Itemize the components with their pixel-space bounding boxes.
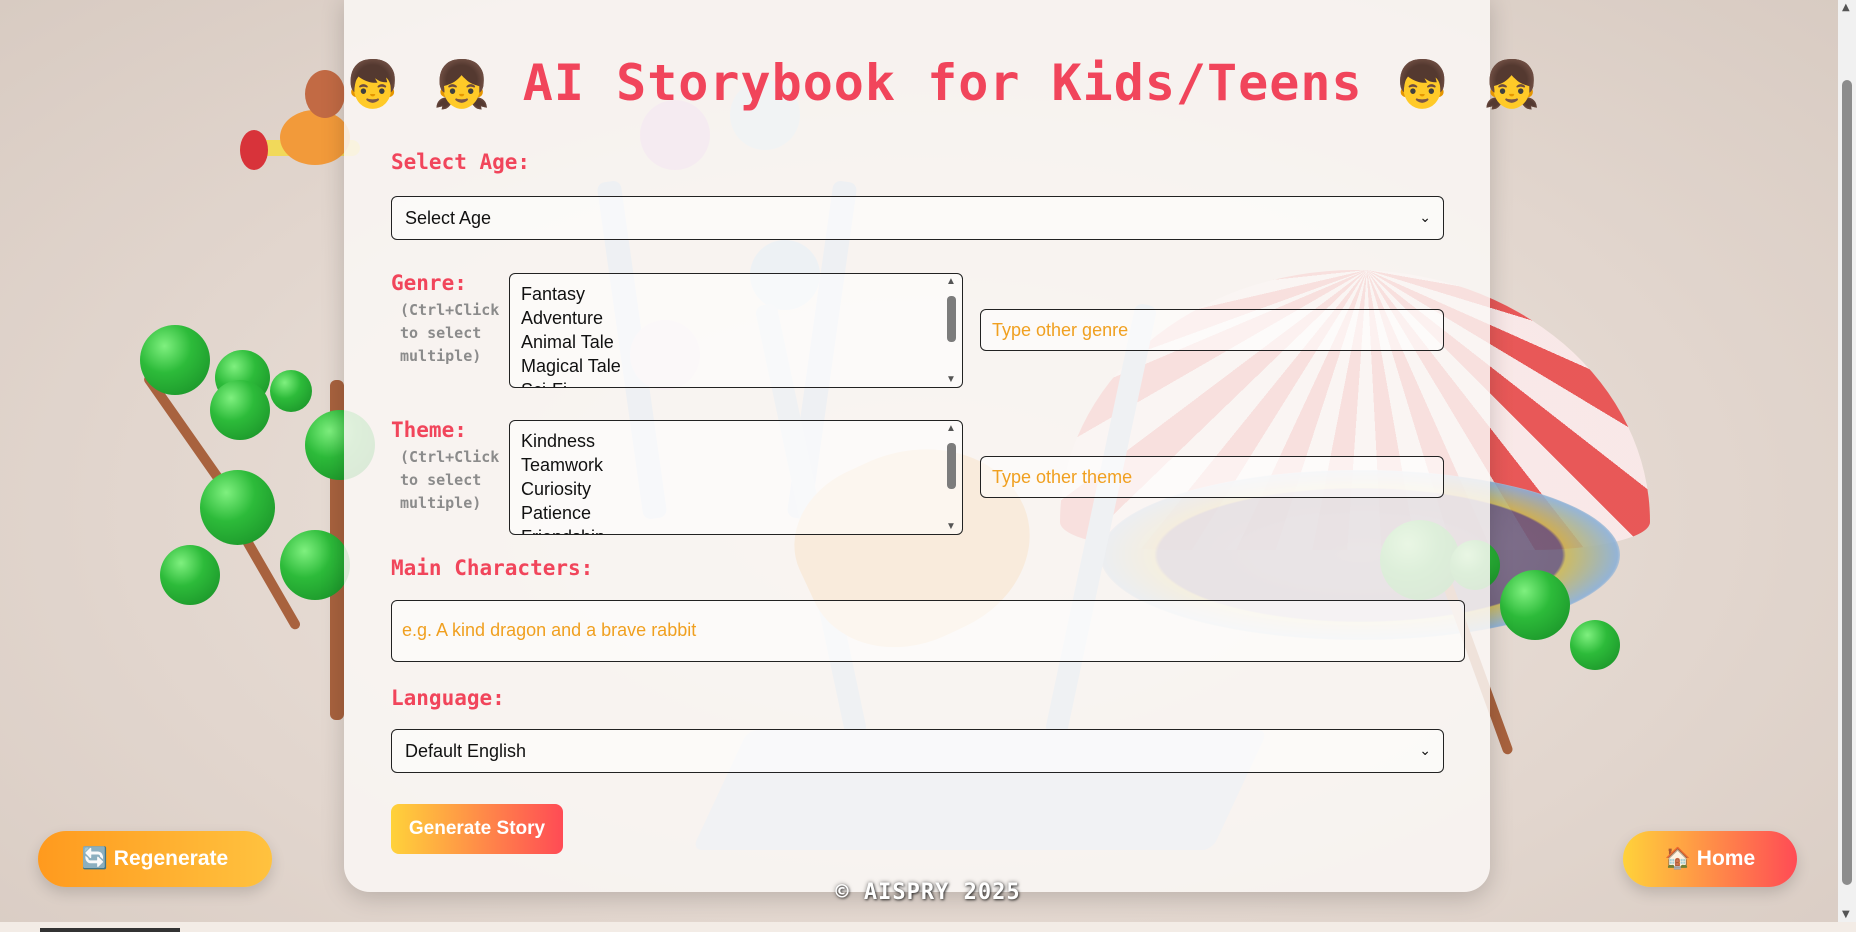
home-button[interactable]: 🏠 Home <box>1623 831 1797 887</box>
boy-emoji-icon: 👦 <box>1393 57 1452 111</box>
theme-label: Theme: <box>391 418 467 442</box>
language-label: Language: <box>391 686 505 710</box>
genre-option[interactable]: Adventure <box>521 306 621 330</box>
age-select[interactable]: Select Age ⌄ <box>391 196 1444 240</box>
other-genre-input[interactable]: Type other genre <box>980 309 1444 351</box>
scroll-up-icon[interactable]: ▲ <box>946 276 956 287</box>
theme-option[interactable]: Curiosity <box>521 477 605 501</box>
scroll-up-icon[interactable]: ▲ <box>1842 2 1850 13</box>
genre-hint: (Ctrl+Click to select multiple) <box>400 301 500 365</box>
theme-option[interactable]: Teamwork <box>521 453 605 477</box>
theme-option[interactable]: Patience <box>521 501 605 525</box>
chevron-down-icon: ⌄ <box>1419 209 1431 225</box>
scrollbar-thumb[interactable] <box>947 443 956 489</box>
genre-option[interactable]: Fantasy <box>521 282 621 306</box>
genre-scrollbar[interactable]: ▲ ▼ <box>943 276 960 385</box>
regenerate-button[interactable]: 🔄 Regenerate <box>38 831 272 887</box>
genre-listbox[interactable]: Fantasy Adventure Animal Tale Magical Ta… <box>509 273 963 388</box>
genre-label: Genre: <box>391 271 467 295</box>
characters-label: Main Characters: <box>391 556 594 580</box>
scroll-up-icon[interactable]: ▲ <box>946 423 956 434</box>
characters-input[interactable]: e.g. A kind dragon and a brave rabbit <box>391 600 1465 662</box>
chevron-down-icon: ⌄ <box>1419 742 1431 758</box>
age-label: Select Age: <box>391 150 531 174</box>
genre-option[interactable]: Sci-Fi <box>521 378 621 387</box>
theme-hint: (Ctrl+Click to select multiple) <box>400 448 500 512</box>
genre-option[interactable]: Magical Tale <box>521 354 621 378</box>
language-select[interactable]: Default English ⌄ <box>391 729 1444 773</box>
scroll-down-icon[interactable]: ▼ <box>1842 909 1850 920</box>
scroll-down-icon[interactable]: ▼ <box>946 521 956 532</box>
boy-emoji-icon: 👦 <box>344 57 403 111</box>
girl-emoji-icon: 👧 <box>1483 57 1542 111</box>
age-select-value: Select Age <box>405 208 492 228</box>
girl-emoji-icon: 👧 <box>433 57 492 111</box>
theme-scrollbar[interactable]: ▲ ▼ <box>943 423 960 532</box>
page-scrollbar-thumb[interactable] <box>1842 80 1852 885</box>
theme-option[interactable]: Friendship <box>521 525 605 534</box>
story-form-card: 👦 👧 AI Storybook for Kids/Teens 👦 👧 Sele… <box>344 0 1540 892</box>
scroll-down-icon[interactable]: ▼ <box>946 374 956 385</box>
title-text: AI Storybook for Kids/Teens <box>522 54 1363 112</box>
theme-listbox[interactable]: Kindness Teamwork Curiosity Patience Fri… <box>509 420 963 535</box>
footer-copyright: © AISPRY 2025 <box>835 880 1021 905</box>
scrollbar-thumb[interactable] <box>947 296 956 342</box>
other-theme-input[interactable]: Type other theme <box>980 456 1444 498</box>
theme-option[interactable]: Kindness <box>521 429 605 453</box>
bottom-strip <box>0 922 1856 932</box>
language-select-value: Default English <box>405 741 527 761</box>
page-title: 👦 👧 AI Storybook for Kids/Teens 👦 👧 <box>344 54 1540 112</box>
genre-option[interactable]: Animal Tale <box>521 330 621 354</box>
page-scrollbar[interactable]: ▲ ▼ <box>1838 0 1856 922</box>
generate-story-button[interactable]: Generate Story <box>391 804 563 854</box>
